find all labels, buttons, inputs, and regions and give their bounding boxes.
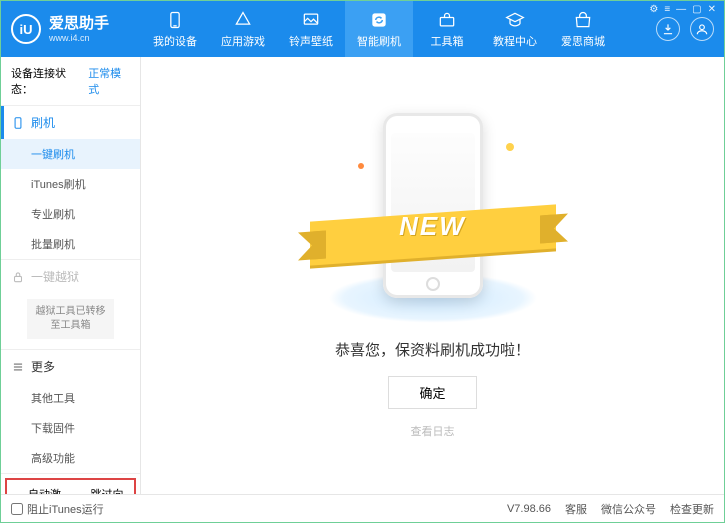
- status-mode: 正常模式: [88, 65, 130, 97]
- success-message: 恭喜您，保资料刷机成功啦！: [335, 339, 530, 360]
- tab-my-device[interactable]: 我的设备: [141, 1, 209, 57]
- refresh-icon: [369, 10, 389, 30]
- sidebar-item-download-fw[interactable]: 下载固件: [1, 413, 140, 443]
- phone-icon: [165, 10, 185, 30]
- tab-toolbox[interactable]: 工具箱: [413, 1, 481, 57]
- sidebar-item-pro-flash[interactable]: 专业刷机: [1, 199, 140, 229]
- app-header: ⚙ ≡ — ▢ ✕ iU 爱思助手 www.i4.cn 我的设备 应用游戏 铃声…: [1, 1, 724, 57]
- toolbox-icon: [437, 10, 457, 30]
- sidebar-item-batch-flash[interactable]: 批量刷机: [1, 229, 140, 259]
- update-link[interactable]: 检查更新: [670, 501, 714, 517]
- app-url: www.i4.cn: [49, 33, 109, 44]
- jailbreak-note: 越狱工具已转移至工具箱: [27, 299, 114, 339]
- store-icon: [573, 10, 593, 30]
- download-icon[interactable]: [656, 17, 680, 41]
- header-right: [656, 1, 714, 57]
- sidebar-more[interactable]: 更多: [1, 350, 140, 383]
- graduation-icon: [505, 10, 525, 30]
- ok-button[interactable]: 确定: [388, 376, 476, 409]
- footer: 阻止iTunes运行 V7.98.66 客服 微信公众号 检查更新: [1, 494, 724, 522]
- sidebar-item-other-tools[interactable]: 其他工具: [1, 383, 140, 413]
- user-icon[interactable]: [690, 17, 714, 41]
- options-highlight: 自动激活 跳过向导: [5, 478, 136, 494]
- new-ribbon: NEW: [338, 211, 528, 242]
- lock-icon: [11, 270, 25, 284]
- service-link[interactable]: 客服: [565, 501, 587, 517]
- sidebar-item-oneclick-flash[interactable]: 一键刷机: [1, 139, 140, 169]
- wallpaper-icon: [301, 10, 321, 30]
- sidebar: 设备连接状态： 正常模式 刷机 一键刷机 iTunes刷机 专业刷机 批量刷机 …: [1, 57, 141, 494]
- apps-icon: [233, 10, 253, 30]
- checkbox-block-itunes[interactable]: 阻止iTunes运行: [11, 501, 104, 517]
- tab-ringtone[interactable]: 铃声壁纸: [277, 1, 345, 57]
- checkbox-skip-guide[interactable]: 跳过向导: [76, 486, 129, 494]
- tab-store[interactable]: 爱思商城: [549, 1, 617, 57]
- menu-icon: [11, 360, 25, 374]
- nav-tabs: 我的设备 应用游戏 铃声壁纸 智能刷机 工具箱 教程中心 爱思商城: [141, 1, 617, 57]
- logo[interactable]: iU 爱思助手 www.i4.cn: [11, 14, 141, 44]
- wechat-link[interactable]: 微信公众号: [601, 501, 656, 517]
- tab-smart-flash[interactable]: 智能刷机: [345, 1, 413, 57]
- logo-icon: iU: [11, 14, 41, 44]
- view-log-link[interactable]: 查看日志: [411, 423, 455, 439]
- app-title: 爱思助手: [49, 15, 109, 33]
- tab-tutorial[interactable]: 教程中心: [481, 1, 549, 57]
- sidebar-item-advanced[interactable]: 高级功能: [1, 443, 140, 473]
- main-content: NEW 恭喜您，保资料刷机成功啦！ 确定 查看日志: [141, 57, 724, 494]
- version-label: V7.98.66: [507, 503, 551, 515]
- success-illustration: NEW: [338, 113, 528, 323]
- sidebar-item-itunes-flash[interactable]: iTunes刷机: [1, 169, 140, 199]
- tab-apps[interactable]: 应用游戏: [209, 1, 277, 57]
- phone-icon: [11, 116, 25, 130]
- sidebar-flash[interactable]: 刷机: [1, 106, 140, 139]
- checkbox-auto-activate[interactable]: 自动激活: [13, 486, 66, 494]
- connection-status: 设备连接状态： 正常模式: [1, 57, 140, 106]
- sidebar-jailbreak: 一键越狱: [1, 260, 140, 293]
